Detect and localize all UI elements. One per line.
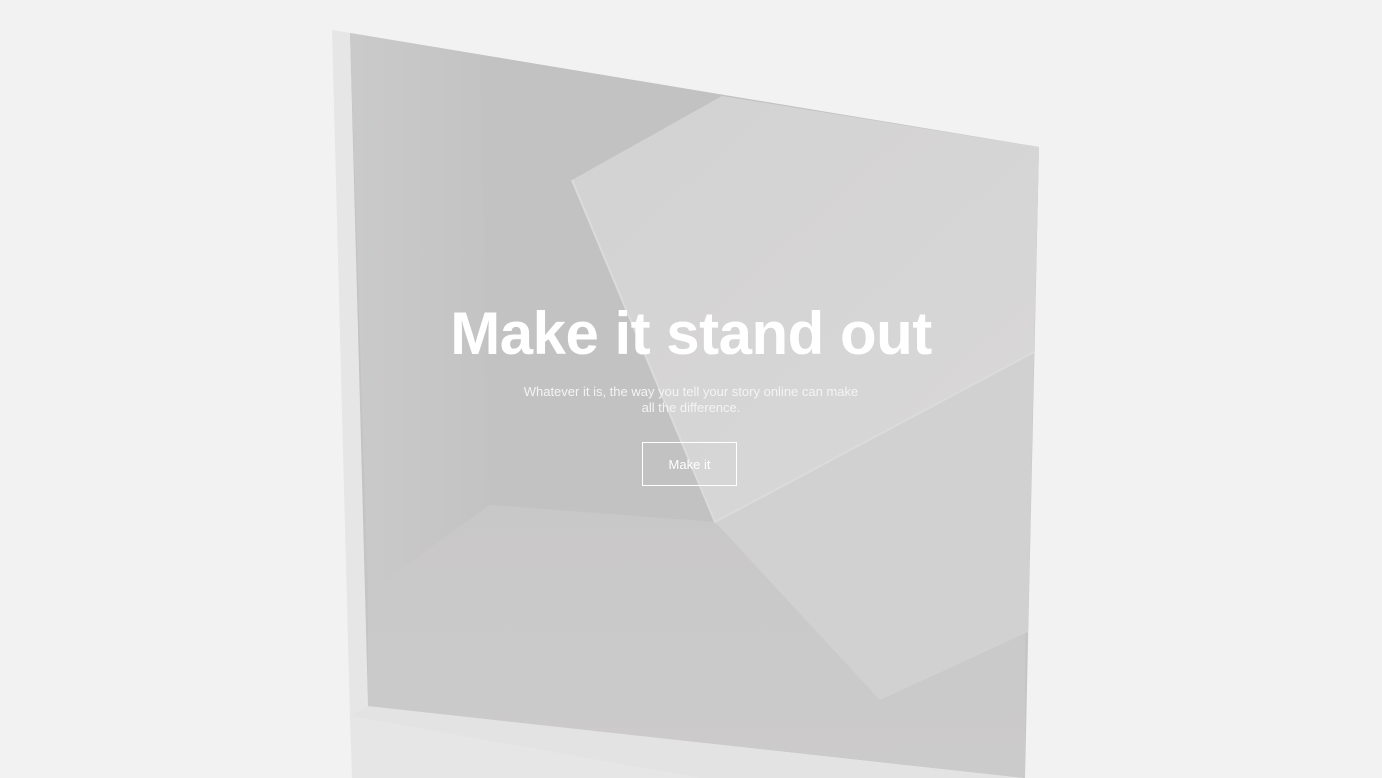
- hero-3d-panel: [332, 30, 1039, 778]
- panel-left-wall: [350, 33, 490, 592]
- make-it-button[interactable]: Make it: [642, 442, 737, 486]
- page-canvas: Make it stand out Whatever it is, the wa…: [0, 0, 1382, 778]
